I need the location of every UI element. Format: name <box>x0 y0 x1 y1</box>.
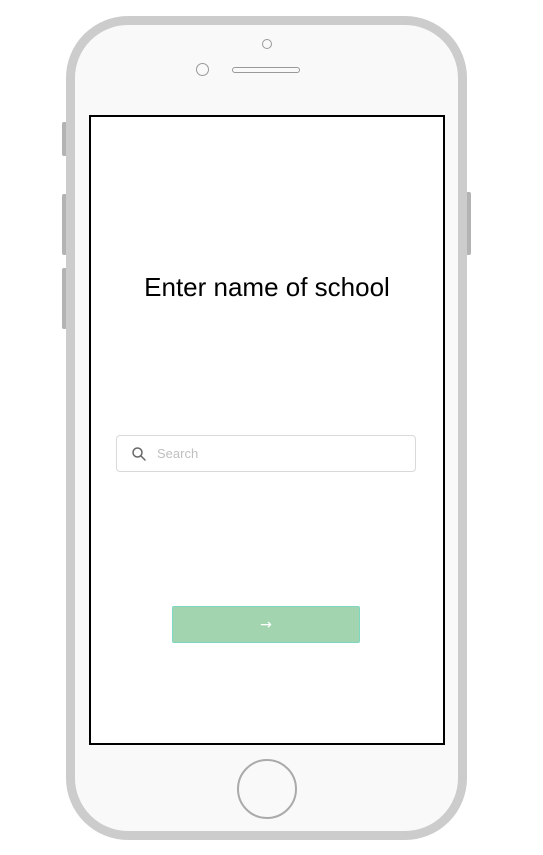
search-input[interactable] <box>157 436 407 471</box>
next-button[interactable]: → <box>172 606 360 643</box>
search-icon <box>132 447 146 461</box>
proximity-sensor <box>262 39 272 49</box>
arrow-right-icon: → <box>260 616 272 633</box>
search-field[interactable] <box>116 435 416 472</box>
earpiece-speaker <box>232 67 300 73</box>
home-button[interactable] <box>237 759 297 819</box>
page-title: Enter name of school <box>144 272 390 302</box>
front-camera <box>196 63 209 76</box>
device-mockup: Enter name of school → <box>0 0 543 855</box>
app-screen: Enter name of school → <box>89 115 445 745</box>
